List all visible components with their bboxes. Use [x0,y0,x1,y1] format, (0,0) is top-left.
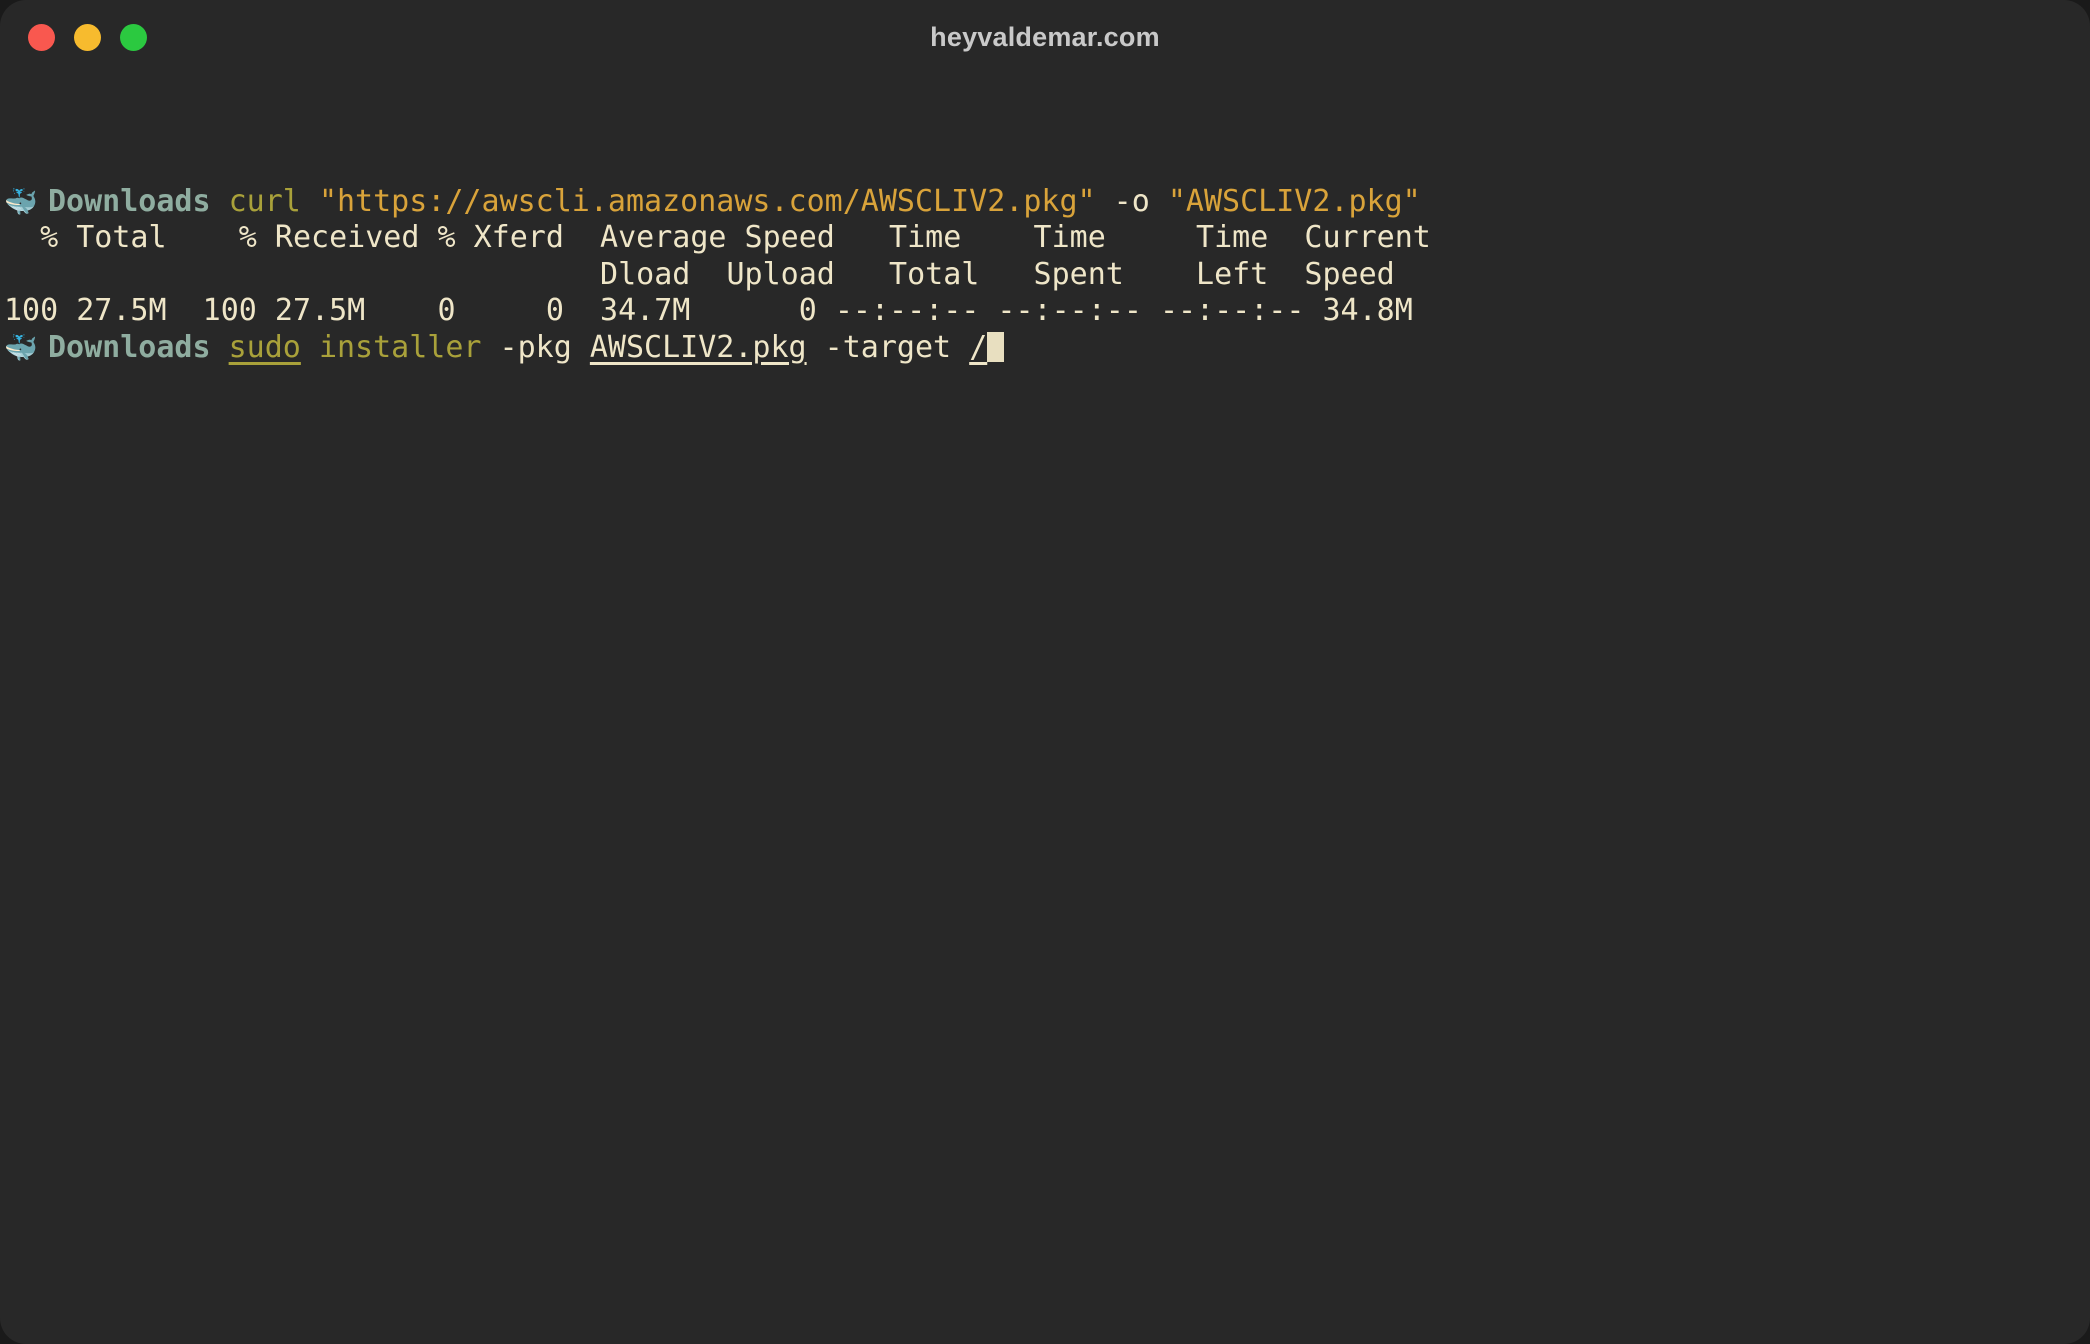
terminal-prompt-line: 🐳 Downloads curl "https://awscli.amazonaw… [0,184,2090,221]
terminal-window: heyvaldemar.com 🐳 Downloads curl "https:/… [0,0,2090,1344]
terminal-prompt-line: 🐳 Downloads sudo installer -pkg AWSCLIV2.… [0,330,2090,367]
terminal-output-line: Dload Upload Total Spent Left Speed [0,257,2090,294]
prompt-path: Downloads [48,329,229,365]
whale-icon: 🐳 [4,332,38,364]
command-segment: curl [228,183,319,219]
command-segment: -target [806,329,970,365]
command-segment: "https://awscli.amazonaws.com/AWSCLIV2.p… [318,183,1096,219]
command-segment [301,330,319,365]
whale-icon: 🐳 [4,186,38,218]
title-bar[interactable]: heyvaldemar.com [0,0,2090,74]
terminal-output-area[interactable]: 🐳 Downloads curl "https://awscli.amazonaw… [0,74,2090,1344]
output-text: Dload Upload Total Spent Left Speed [4,256,1395,292]
text-cursor [987,331,1005,362]
output-text: % Total % Received % Xferd Average Speed… [4,220,1431,255]
command-segment: / [969,329,988,365]
prompt-path: Downloads [48,183,229,219]
close-button-icon[interactable] [28,23,55,51]
minimize-button-icon[interactable] [74,23,101,51]
command-segment: sudo [228,329,301,365]
traffic-light-controls [28,0,147,74]
maximize-button-icon[interactable] [120,23,147,51]
terminal-output-line: % Total % Received % Xferd Average Speed… [0,220,2090,257]
command-segment: "AWSCLIV2.pkg" [1167,183,1421,219]
output-text: 100 27.5M 100 27.5M 0 0 34.7M 0 --:--:--… [4,293,1413,328]
window-title: heyvaldemar.com [930,22,1160,52]
terminal-output-line: 100 27.5M 100 27.5M 0 0 34.7M 0 --:--:--… [0,293,2090,330]
command-segment: AWSCLIV2.pkg [589,329,807,365]
command-segment: installer [318,329,482,365]
command-segment: -pkg [481,329,590,365]
command-segment: -o [1095,183,1168,219]
